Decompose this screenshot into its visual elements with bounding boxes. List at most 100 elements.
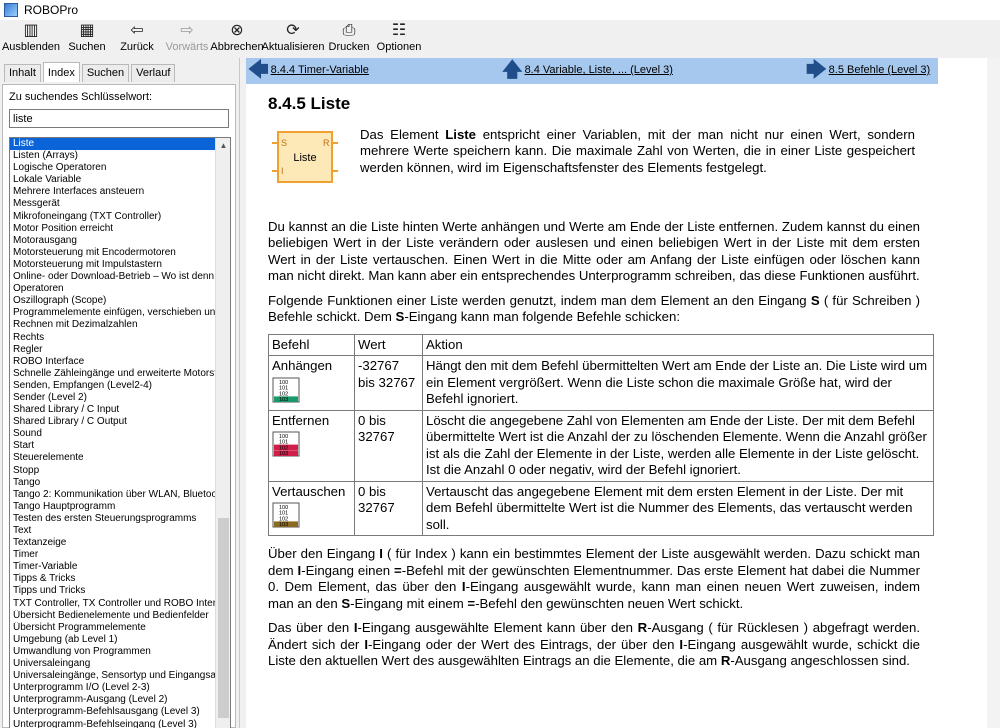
keyword-list-item[interactable]: Rechnen mit Dezimalzahlen	[10, 319, 216, 331]
keyword-list-item[interactable]: Rechts	[10, 332, 216, 344]
paragraph-s-input: Folgende Funktionen einer Liste werden g…	[268, 292, 920, 325]
keyword-list-item[interactable]: TXT Controller, TX Controller und ROBO I…	[10, 598, 216, 610]
command-name: Anhängen	[272, 358, 333, 373]
keyword-list-item[interactable]: Listen (Arrays)	[10, 150, 216, 162]
action-cell: Löscht die angegebene Zahl von Elementen…	[422, 409, 934, 482]
keyword-list-item[interactable]: Senden, Empfangen (Level2-4)	[10, 380, 216, 392]
keyword-list-item[interactable]: Tango 2: Kommunikation über WLAN, Blueto…	[10, 489, 216, 501]
hide-button[interactable]: ▥ Ausblenden	[0, 20, 62, 54]
keyword-list-item[interactable]: Tango Hauptprogramm	[10, 501, 216, 513]
arrow-right-icon: 🡆	[806, 59, 827, 81]
keyword-list-item[interactable]: Tipps und Tricks	[10, 585, 216, 597]
keyword-list-item[interactable]: Unterprogramm I/O (Level 2-3)	[10, 682, 216, 694]
keyword-list-item[interactable]: Timer	[10, 549, 216, 561]
keyword-list[interactable]: Liste Listen (Arrays) Logische Operatoren L…	[9, 137, 231, 728]
scroll-thumb[interactable]	[218, 518, 229, 718]
forward-arrow-icon: ⇨	[180, 22, 194, 39]
keyword-list-item[interactable]: Übersicht Bedienelemente und Bedienfelde…	[10, 610, 216, 622]
keyword-list-item[interactable]: Motorausgang	[10, 235, 216, 247]
keyword-list-item[interactable]: Motorsteuerung mit Impulstastern	[10, 259, 216, 271]
tab-history[interactable]: Verlauf	[131, 64, 176, 82]
keyword-list-item[interactable]: Mikrofoneingang (TXT Controller)	[10, 211, 216, 223]
print-button[interactable]: ⎙ Drucken	[324, 20, 374, 54]
paragraph-i-input: Über den Eingang I ( für Index ) kann ei…	[268, 546, 920, 611]
keyword-list-item[interactable]: ROBO Interface	[10, 356, 216, 368]
keyword-list-item[interactable]: Programmelemente einfügen, verschieben u…	[10, 307, 216, 319]
keyword-list-item[interactable]: Text	[10, 525, 216, 537]
keyword-list-item[interactable]: Steuerelemente	[10, 452, 216, 464]
header-value: Wert	[354, 333, 423, 356]
keyword-list-item[interactable]: Online- oder Download-Betrieb – Wo ist d…	[10, 271, 216, 283]
topic-content: 8.4.5 Liste S R I Liste Das Element List…	[268, 94, 934, 678]
keyword-list-item[interactable]: Messgerät	[10, 198, 216, 210]
stop-button[interactable]: ⊗ Abbrechen	[210, 20, 263, 54]
refresh-icon: ⟳	[286, 22, 300, 39]
keyword-list-item[interactable]: Stopp	[10, 465, 216, 477]
back-button[interactable]: ⇦ Zurück	[112, 20, 162, 54]
keyword-list-item[interactable]: Start	[10, 440, 216, 452]
title-bar: ROBOPro	[0, 0, 1000, 20]
next-topic-link[interactable]: 🡆 8.5 Befehle (Level 3)	[806, 60, 930, 80]
arrow-up-icon: 🡅	[502, 59, 523, 81]
table-row: Entfernen 100 101 102 103 0 bis 32767 Löscht d…	[268, 409, 934, 482]
hide-button-label: Ausblenden	[1, 41, 61, 53]
refresh-button[interactable]: ⟳ Aktualisieren	[262, 20, 325, 54]
tab-index[interactable]: Index	[42, 62, 80, 82]
table-row: Vertauschen 100 101 102 103 0 bis 32767 Vertau…	[268, 480, 934, 536]
keyword-list-item[interactable]: Tango	[10, 477, 216, 489]
table-header-row: Befehl Wert Aktion	[268, 333, 934, 356]
intro-block: S R I Liste Das Element Liste entspricht…	[268, 127, 934, 219]
index-panel: Zu suchendes Schlüsselwort: ListeListen …	[2, 84, 236, 728]
keyword-list-item[interactable]: Tipps & Tricks	[10, 573, 216, 585]
parent-topic-link[interactable]: 🡅 8.4 Variable, Liste, ... (Level 3)	[502, 60, 673, 80]
keyword-list-item[interactable]: Timer-Variable	[10, 561, 216, 573]
keyword-list-item[interactable]: Motorsteuerung mit Encodermotoren	[10, 247, 216, 259]
svg-text:I: I	[281, 166, 284, 176]
forward-button[interactable]: ⇨ Vorwärts	[162, 20, 212, 54]
header-action: Aktion	[422, 333, 934, 356]
tab-search[interactable]: Suchen	[81, 64, 130, 82]
keyword-list-item[interactable]: Lokale Variable	[10, 174, 216, 186]
keyword-list-item[interactable]: Mehrere Interfaces ansteuern	[10, 186, 216, 198]
print-button-label: Drucken	[328, 41, 370, 53]
keyword-list-item[interactable]: Operatoren	[10, 283, 216, 295]
keyword-list-item[interactable]: Umgebung (ab Level 1)	[10, 634, 216, 646]
keyword-list-item[interactable]: Liste	[10, 138, 216, 151]
keyword-input[interactable]	[9, 109, 229, 128]
content-scrollbar[interactable]	[987, 58, 1000, 728]
keyword-list-item[interactable]: Textanzeige	[10, 537, 216, 549]
toolbar: ▥ Ausblenden ▦ Suchen ⇦ Zurück ⇨ Vorwärts ⊗ Abbre…	[0, 20, 1000, 56]
prev-topic-link[interactable]: 🡄 8.4.4 Timer-Variable	[248, 60, 369, 80]
options-button[interactable]: ☷ Optionen	[374, 20, 424, 54]
append-list-icon: 100101102103	[272, 377, 300, 403]
keyword-list-item[interactable]: Universaleingang	[10, 658, 216, 670]
command-cell: Entfernen 100 101 102 103	[268, 409, 355, 482]
topic-title: 8.4.5 Liste	[268, 94, 351, 113]
keyword-list-item[interactable]: Shared Library / C Output	[10, 416, 216, 428]
keyword-list-item[interactable]: Logische Operatoren	[10, 162, 216, 174]
keyword-list-item[interactable]: Unterprogramm-Ausgang (Level 2)	[10, 694, 216, 706]
scroll-up-icon[interactable]: ▲	[216, 138, 230, 153]
keyword-list-item[interactable]: Sound	[10, 428, 216, 440]
keyword-list-item[interactable]: Oszillograph (Scope)	[10, 295, 216, 307]
keyword-list-item[interactable]: Umwandlung von Programmen	[10, 646, 216, 658]
keyword-list-item[interactable]: Sender (Level 2)	[10, 392, 216, 404]
svg-text:103: 103	[279, 522, 288, 528]
keyword-list-item[interactable]: Regler	[10, 344, 216, 356]
keyword-list-item[interactable]: Shared Library / C Input	[10, 404, 216, 416]
keyword-list-item[interactable]: Unterprogramm-Befehlsausgang (Level 3)	[10, 706, 216, 718]
svg-text:103: 103	[279, 397, 288, 403]
keyword-list-item[interactable]: Unterprogramm-Befehlseingang (Level 3)	[10, 719, 216, 728]
keyword-list-scrollbar[interactable]: ▲	[215, 138, 230, 728]
keyword-list-item[interactable]: Übersicht Programmelemente	[10, 622, 216, 634]
tab-contents[interactable]: Inhalt	[4, 64, 41, 82]
header-command: Befehl	[268, 333, 355, 356]
keyword-list-item[interactable]: Motor Position erreicht	[10, 223, 216, 235]
intro-text: Das Element Liste entspricht einer Varia…	[360, 126, 915, 175]
action-cell: Vertauscht das angegebene Element mit de…	[422, 480, 934, 536]
search-button[interactable]: ▦ Suchen	[62, 20, 112, 54]
keyword-list-item[interactable]: Universaleingänge, Sensortyp und Eingang…	[10, 670, 216, 682]
keyword-list-item[interactable]: Schnelle Zähleingänge und erweiterte Mot…	[10, 368, 216, 380]
keyword-list-item[interactable]: Testen des ersten Steuerungsprogramms	[10, 513, 216, 525]
keyword-items: Liste Listen (Arrays) Logische Operatoren L…	[10, 138, 216, 728]
